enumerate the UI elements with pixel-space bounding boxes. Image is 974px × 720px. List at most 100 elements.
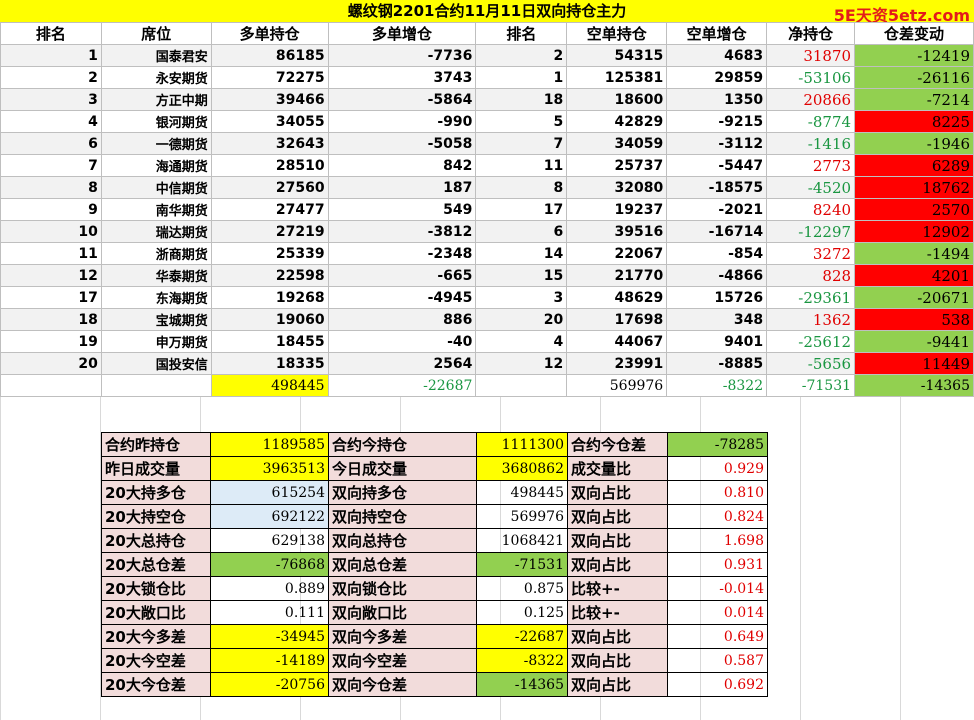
summary-value[interactable]: -0.014 — [667, 576, 768, 601]
cell-rank-short[interactable]: 3 — [475, 286, 568, 309]
cell-net-position[interactable]: 3272 — [766, 242, 856, 265]
summary-value[interactable]: -71531 — [476, 552, 568, 577]
summary-value[interactable]: 1.698 — [667, 528, 768, 553]
cell-rank-short[interactable]: 7 — [475, 132, 568, 155]
cell-diff-change[interactable]: 2570 — [854, 198, 974, 221]
cell-broker[interactable]: 方正中期 — [100, 88, 212, 111]
cell-diff-change[interactable]: -1494 — [854, 242, 974, 265]
summary-value[interactable]: 0.692 — [667, 672, 768, 697]
cell-broker[interactable]: 银河期货 — [100, 110, 212, 133]
cell-diff-change[interactable]: 4201 — [854, 264, 974, 287]
cell-short-change[interactable]: 4683 — [666, 44, 768, 67]
header-broker[interactable]: 席位 — [100, 22, 212, 45]
cell-long-change[interactable]: 842 — [327, 154, 477, 177]
cell-long-position[interactable]: 39466 — [210, 88, 329, 111]
cell-short-position[interactable]: 17698 — [566, 308, 668, 331]
summary-value[interactable]: 0.810 — [667, 480, 768, 505]
cell-short-position[interactable]: 25737 — [566, 154, 668, 177]
cell-broker[interactable]: 国投安信 — [100, 352, 212, 375]
cell-long-change[interactable]: -5058 — [327, 132, 477, 155]
cell-rank-long[interactable]: 2 — [0, 66, 102, 89]
cell-short-change[interactable]: -3112 — [666, 132, 768, 155]
summary-value[interactable]: -34945 — [210, 624, 329, 649]
cell-short-change[interactable]: -4866 — [666, 264, 768, 287]
cell-long-change[interactable]: 886 — [327, 308, 477, 331]
header-net-position[interactable]: 净持仓 — [766, 22, 856, 45]
cell-rank-long[interactable]: 9 — [0, 198, 102, 221]
header-diff-change[interactable]: 仓差变动 — [854, 22, 974, 45]
header-short-position[interactable]: 空单持仓 — [566, 22, 668, 45]
header-short-change[interactable]: 空单增仓 — [666, 22, 768, 45]
cell-diff-change[interactable]: 8225 — [854, 110, 974, 133]
cell-broker[interactable]: 瑞达期货 — [100, 220, 212, 243]
summary-value[interactable]: -14189 — [210, 648, 329, 673]
cell-diff-change[interactable]: 12902 — [854, 220, 974, 243]
cell-short-position[interactable]: 39516 — [566, 220, 668, 243]
cell-short-change[interactable]: 348 — [666, 308, 768, 331]
cell-broker[interactable]: 华泰期货 — [100, 264, 212, 287]
cell-broker[interactable]: 宝城期货 — [100, 308, 212, 331]
cell-short-position[interactable]: 19237 — [566, 198, 668, 221]
summary-value[interactable]: 3963513 — [210, 456, 329, 481]
summary-value[interactable]: 1189585 — [210, 432, 329, 457]
cell-long-change[interactable]: 549 — [327, 198, 477, 221]
cell-rank-long[interactable]: 20 — [0, 352, 102, 375]
summary-value[interactable]: -8322 — [476, 648, 568, 673]
header-long-position[interactable]: 多单持仓 — [210, 22, 329, 45]
cell-rank-long[interactable]: 8 — [0, 176, 102, 199]
cell-net-position[interactable]: 828 — [766, 264, 856, 287]
summary-value[interactable]: -22687 — [476, 624, 568, 649]
summary-value[interactable]: 0.931 — [667, 552, 768, 577]
cell-long-position[interactable]: 18335 — [210, 352, 329, 375]
cell-diff-change[interactable]: -26116 — [854, 66, 974, 89]
cell-rank-short[interactable]: 18 — [475, 88, 568, 111]
cell-net-position[interactable]: -12297 — [766, 220, 856, 243]
header-rank-short[interactable]: 排名 — [475, 22, 568, 45]
summary-value[interactable]: 498445 — [476, 480, 568, 505]
cell-long-position[interactable]: 25339 — [210, 242, 329, 265]
cell-empty[interactable] — [100, 374, 212, 397]
cell-diff-change[interactable]: 18762 — [854, 176, 974, 199]
cell-net-position[interactable]: 2773 — [766, 154, 856, 177]
summary-value[interactable]: 615254 — [210, 480, 329, 505]
cell-short-position[interactable]: 34059 — [566, 132, 668, 155]
cell-long-position[interactable]: 28510 — [210, 154, 329, 177]
cell-rank-long[interactable]: 4 — [0, 110, 102, 133]
cell-short-change[interactable]: -854 — [666, 242, 768, 265]
cell-rank-short[interactable]: 11 — [475, 154, 568, 177]
cell-empty[interactable] — [475, 374, 568, 397]
cell-empty[interactable] — [0, 374, 102, 397]
total-diff-change[interactable]: -14365 — [854, 374, 974, 397]
cell-rank-long[interactable]: 12 — [0, 264, 102, 287]
cell-rank-long[interactable]: 3 — [0, 88, 102, 111]
cell-short-change[interactable]: -5447 — [666, 154, 768, 177]
header-rank-long[interactable]: 排名 — [0, 22, 102, 45]
cell-short-position[interactable]: 125381 — [566, 66, 668, 89]
cell-diff-change[interactable]: -20671 — [854, 286, 974, 309]
cell-diff-change[interactable]: -1946 — [854, 132, 974, 155]
cell-long-position[interactable]: 34055 — [210, 110, 329, 133]
cell-short-change[interactable]: 9401 — [666, 330, 768, 353]
summary-value[interactable]: -14365 — [476, 672, 568, 697]
cell-rank-long[interactable]: 7 — [0, 154, 102, 177]
cell-diff-change[interactable]: -7214 — [854, 88, 974, 111]
cell-broker[interactable]: 南华期货 — [100, 198, 212, 221]
cell-long-position[interactable]: 86185 — [210, 44, 329, 67]
cell-rank-long[interactable]: 10 — [0, 220, 102, 243]
cell-net-position[interactable]: -8774 — [766, 110, 856, 133]
summary-value[interactable]: 0.875 — [476, 576, 568, 601]
summary-value[interactable]: -20756 — [210, 672, 329, 697]
total-short-change[interactable]: -8322 — [666, 374, 768, 397]
total-short-position[interactable]: 569976 — [566, 374, 668, 397]
summary-value[interactable]: 0.125 — [476, 600, 568, 625]
cell-short-position[interactable]: 23991 — [566, 352, 668, 375]
header-long-change[interactable]: 多单增仓 — [327, 22, 477, 45]
cell-rank-short[interactable]: 17 — [475, 198, 568, 221]
cell-short-change[interactable]: 29859 — [666, 66, 768, 89]
cell-rank-long[interactable]: 1 — [0, 44, 102, 67]
cell-short-position[interactable]: 32080 — [566, 176, 668, 199]
cell-rank-long[interactable]: 19 — [0, 330, 102, 353]
cell-short-change[interactable]: 15726 — [666, 286, 768, 309]
summary-value[interactable]: 569976 — [476, 504, 568, 529]
cell-short-position[interactable]: 48629 — [566, 286, 668, 309]
